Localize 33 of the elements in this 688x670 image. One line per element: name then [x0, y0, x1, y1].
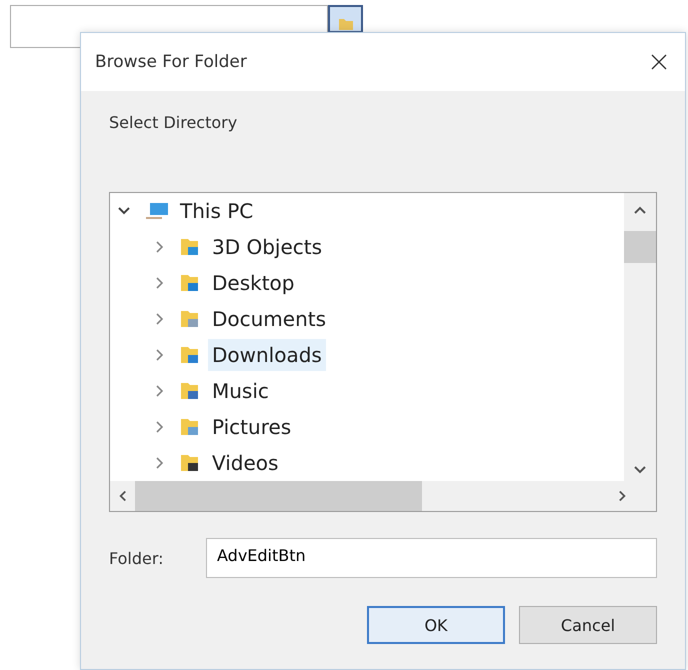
scroll-thumb[interactable]: [624, 231, 656, 263]
close-icon: [651, 54, 667, 70]
collapsed-chevron-icon[interactable]: [154, 385, 166, 397]
window-title: Browse For Folder: [95, 52, 247, 72]
folder-label: Folder:: [109, 548, 165, 568]
tree-item[interactable]: 3D Objects: [208, 231, 326, 263]
tree-item[interactable]: Desktop: [208, 267, 298, 299]
scroll-right-icon[interactable]: [618, 489, 627, 503]
tree-item[interactable]: Music: [208, 375, 273, 407]
tree-item[interactable]: Documents: [208, 303, 330, 335]
tree-item[interactable]: Downloads: [208, 339, 326, 371]
scroll-left-icon[interactable]: [118, 489, 128, 503]
scroll-thumb[interactable]: [135, 481, 422, 511]
collapsed-chevron-icon[interactable]: [154, 421, 166, 433]
scroll-down-icon[interactable]: [633, 465, 647, 475]
tree-item[interactable]: This PC: [176, 195, 258, 227]
browse-button[interactable]: [328, 5, 363, 33]
collapsed-chevron-icon[interactable]: [154, 457, 166, 469]
collapsed-chevron-icon[interactable]: [154, 349, 166, 361]
tree-item[interactable]: Videos: [208, 447, 282, 479]
expanded-chevron-icon[interactable]: [118, 205, 130, 217]
collapsed-chevron-icon[interactable]: [154, 277, 166, 289]
collapsed-chevron-icon[interactable]: [154, 313, 166, 325]
dialog-button[interactable]: OK: [367, 606, 505, 644]
folder-field[interactable]: AdvEditBtn: [206, 538, 657, 578]
horizontal-scrollbar[interactable]: [110, 481, 656, 511]
instruction-text: Select Directory: [109, 113, 238, 132]
computer-icon: [144, 201, 170, 221]
tree-item[interactable]: Pictures: [208, 411, 296, 443]
scroll-up-icon[interactable]: [633, 205, 647, 215]
collapsed-chevron-icon[interactable]: [154, 241, 166, 253]
dialog-button[interactable]: Cancel: [519, 606, 657, 644]
vertical-scrollbar[interactable]: [624, 193, 656, 481]
